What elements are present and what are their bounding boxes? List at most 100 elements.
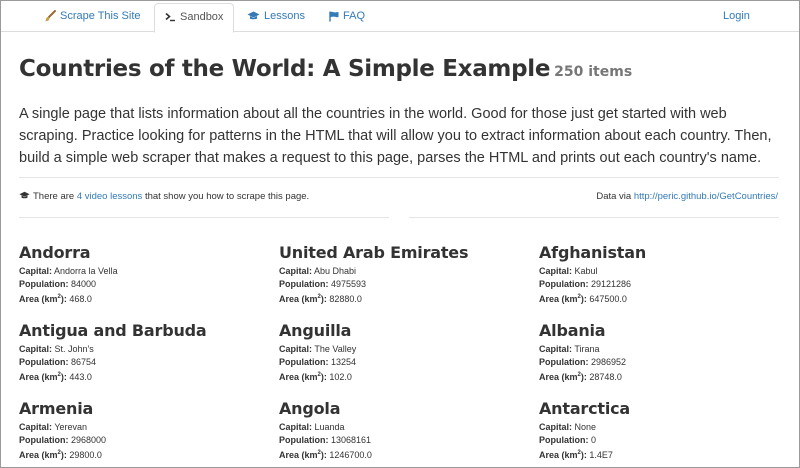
page-title-text: Countries of the World: A Simple Example [19, 56, 551, 82]
area-label-suffix: ): [320, 372, 327, 382]
population-value: 4975593 [331, 279, 367, 289]
area-value: 468.0 [69, 294, 92, 304]
area-value: 1246700.0 [329, 450, 372, 460]
country-capital: Capital: Kabul [539, 265, 789, 278]
population-value: 86754 [71, 357, 97, 367]
capital-label: Capital: [19, 422, 53, 432]
population-value: 0 [591, 435, 597, 445]
country-capital: Capital: Abu Dhabi [279, 265, 529, 278]
population-value: 29121286 [591, 279, 632, 289]
capital-label: Capital: [539, 344, 573, 354]
area-value: 29800.0 [69, 450, 102, 460]
nav-label: Scrape This Site [60, 10, 141, 22]
country-card: Angola Capital: Luanda Population: 1306816… [279, 399, 529, 462]
capital-value: Yerevan [54, 422, 88, 432]
divider [409, 217, 779, 218]
area-label-prefix: Area (km [539, 450, 578, 460]
country-name: Armenia [19, 399, 94, 418]
top-navbar: Scrape This Site Sandbox Lessons FAQ Log… [1, 1, 799, 33]
data-source-note: Data via http://peric.github.io/GetCount… [596, 191, 778, 202]
area-label-suffix: ): [60, 294, 67, 304]
capital-value: St. John's [54, 344, 94, 354]
population-label: Population: [19, 357, 69, 367]
population-value: 2986952 [591, 357, 627, 367]
page-title: Countries of the World: A Simple Example… [19, 47, 632, 84]
lessons-note-suffix: that show you how to scrape this page. [142, 191, 310, 202]
country-area: Area (km2): 102.0 [279, 369, 529, 384]
population-label: Population: [19, 435, 69, 445]
capital-value: Abu Dhabi [314, 266, 357, 276]
country-name: Angola [279, 399, 341, 418]
country-capital: Capital: The Valley [279, 343, 529, 356]
country-area: Area (km2): 1.4E7 [539, 447, 789, 462]
country-name: Antigua and Barbuda [19, 321, 207, 340]
country-name: United Arab Emirates [279, 243, 469, 262]
country-card: United Arab Emirates Capital: Abu Dhabi Po… [279, 243, 529, 306]
country-card: Afghanistan Capital: Kabul Population: 291… [539, 243, 789, 306]
population-label: Population: [279, 279, 329, 289]
area-value: 647500.0 [589, 294, 627, 304]
area-label-suffix: ): [580, 450, 587, 460]
country-population: Population: 2968000 [19, 434, 269, 447]
country-card: Antarctica Capital: None Population: 0 Area… [539, 399, 789, 462]
nav-scrape-this-site[interactable]: Scrape This Site [44, 1, 141, 32]
area-label-prefix: Area (km [19, 294, 58, 304]
country-card: Armenia Capital: Yerevan Population: 29680… [19, 399, 269, 462]
population-label: Population: [279, 435, 329, 445]
graduation-cap-icon [247, 11, 260, 21]
capital-label: Capital: [19, 344, 53, 354]
country-population: Population: 2986952 [539, 356, 789, 369]
population-value: 13254 [331, 357, 357, 367]
nav-lessons[interactable]: Lessons [247, 1, 305, 32]
capital-label: Capital: [539, 422, 573, 432]
area-label: Area (km2): [19, 294, 67, 304]
country-capital: Capital: Andorra la Vella [19, 265, 269, 278]
area-label-prefix: Area (km [539, 372, 578, 382]
population-label: Population: [19, 279, 69, 289]
area-label-suffix: ): [60, 450, 67, 460]
area-label: Area (km2): [279, 294, 327, 304]
nav-login[interactable]: Login [723, 1, 750, 32]
capital-value: Luanda [314, 422, 345, 432]
area-label-prefix: Area (km [539, 294, 578, 304]
data-source-link[interactable]: http://peric.github.io/GetCountries/ [634, 191, 778, 202]
area-label: Area (km2): [539, 294, 587, 304]
area-label-prefix: Area (km [279, 372, 318, 382]
area-label: Area (km2): [19, 372, 67, 382]
nav-sandbox[interactable]: Sandbox [154, 3, 235, 33]
area-label-prefix: Area (km [19, 372, 58, 382]
video-lessons-link[interactable]: 4 video lessons [77, 191, 142, 202]
country-area: Area (km2): 647500.0 [539, 291, 789, 306]
country-population: Population: 4975593 [279, 278, 529, 291]
nav-faq[interactable]: FAQ [329, 1, 365, 32]
divider [19, 177, 779, 178]
area-value: 1.4E7 [589, 450, 613, 460]
country-capital: Capital: None [539, 421, 789, 434]
capital-value: Tirana [574, 344, 600, 354]
country-card: Andorra Capital: Andorra la Vella Populati… [19, 243, 269, 306]
graduation-cap-icon [19, 191, 30, 203]
country-population: Population: 84000 [19, 278, 269, 291]
country-population: Population: 0 [539, 434, 789, 447]
area-label-suffix: ): [580, 294, 587, 304]
intro-paragraph: A single page that lists information abo… [19, 106, 772, 166]
data-via-prefix: Data via [596, 191, 634, 202]
country-card: Anguilla Capital: The Valley Population: 1… [279, 321, 529, 384]
country-area: Area (km2): 28748.0 [539, 369, 789, 384]
population-label: Population: [539, 357, 589, 367]
area-label: Area (km2): [539, 450, 587, 460]
country-capital: Capital: Tirana [539, 343, 789, 356]
divider [19, 217, 389, 218]
population-value: 2968000 [71, 435, 107, 445]
capital-label: Capital: [279, 266, 313, 276]
country-population: Population: 29121286 [539, 278, 789, 291]
capital-value: The Valley [314, 344, 357, 354]
country-card: Albania Capital: Tirana Population: 298695… [539, 321, 789, 384]
area-value: 28748.0 [589, 372, 622, 382]
capital-value: Andorra la Vella [54, 266, 118, 276]
population-value: 13068161 [331, 435, 372, 445]
nav-label: Lessons [264, 10, 305, 22]
capital-label: Capital: [279, 422, 313, 432]
paintbrush-icon [44, 10, 56, 22]
country-name: Antarctica [539, 399, 631, 418]
